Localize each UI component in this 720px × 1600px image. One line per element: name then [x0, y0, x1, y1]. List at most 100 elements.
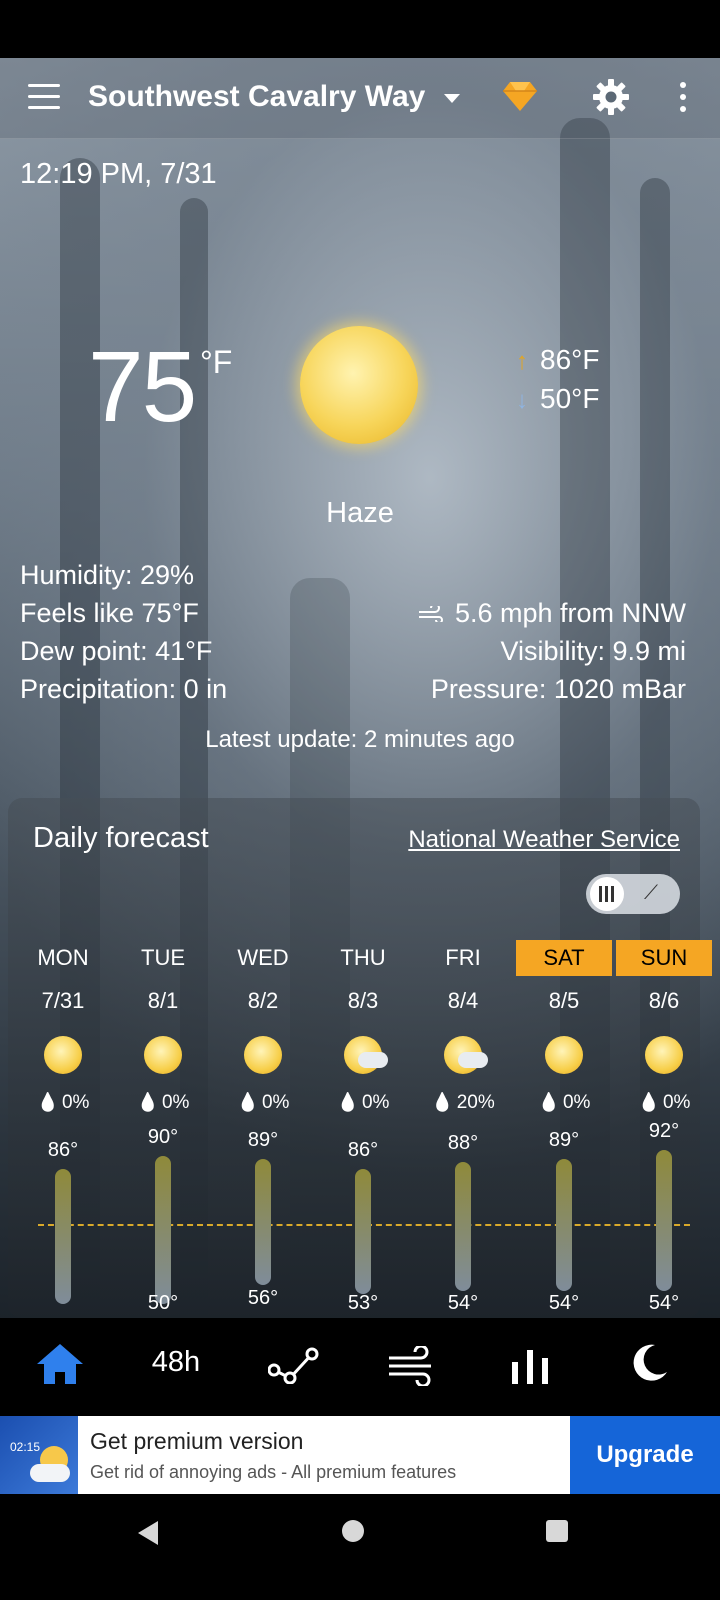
forecast-day-column[interactable]: MON 7/31 💧 0% [15, 940, 111, 1114]
sun-icon [44, 1036, 82, 1074]
app-bar: Southwest Cavalry Way [0, 58, 720, 139]
wind-tab-icon [389, 1344, 431, 1388]
upgrade-button[interactable]: Upgrade [570, 1416, 720, 1494]
ad-thumb-time: 02:15 [10, 1440, 41, 1454]
hazy-sun-icon [300, 326, 418, 444]
forecast-day-name: SUN [616, 940, 712, 976]
raindrop-icon: 💧 [236, 1092, 259, 1112]
raindrop-icon: 💧 [136, 1092, 159, 1112]
forecast-date: 8/1 [147, 988, 179, 1013]
bar-chart-icon [512, 1350, 548, 1384]
ad-title: Get premium version [90, 1428, 304, 1454]
sun-icon [645, 1036, 683, 1074]
temperature-unit: °F [200, 344, 233, 380]
forecast-day-column[interactable]: WED 8/2 💧 0% [215, 940, 311, 1114]
forecast-date: 8/6 [648, 988, 680, 1013]
tab-charts[interactable] [470, 1318, 590, 1416]
dew-point: Dew point: 41°F [20, 636, 213, 666]
location-dropdown-icon[interactable] [444, 94, 460, 103]
down-arrow-icon: ↓ [516, 387, 528, 414]
tab-wind[interactable] [352, 1318, 472, 1416]
menu-icon[interactable] [28, 84, 60, 110]
weather-condition: Haze [326, 497, 394, 529]
raindrop-icon: 💧 [637, 1092, 660, 1112]
temperature-range-bar [155, 1156, 171, 1304]
temperature-range-bar [656, 1149, 672, 1292]
ad-banner[interactable]: 02:15 Get premium version Get rid of ann… [0, 1416, 720, 1494]
forecast-day-name: FRI [445, 945, 481, 970]
forecast-date: 8/4 [447, 988, 479, 1013]
precip-chance: 💧 0% [36, 1092, 90, 1113]
location-title[interactable]: Southwest Cavalry Way [88, 80, 425, 114]
forecast-date: 7/31 [41, 988, 85, 1013]
forecast-date: 8/5 [548, 988, 580, 1013]
temperature-range-bar [355, 1168, 371, 1295]
high-temp-label: 89° [247, 1129, 279, 1152]
humidity: Humidity: 29% [20, 560, 195, 590]
forecast-day-name: SAT [516, 940, 612, 976]
forecast-day-name: TUE [141, 945, 185, 970]
tab-48h[interactable]: 48h [116, 1318, 236, 1416]
low-temp-label: 53° [347, 1292, 379, 1314]
sun-icon [244, 1036, 282, 1074]
bottom-tab-bar: 48h [0, 1318, 720, 1416]
moon-icon [633, 1344, 667, 1381]
forecast-day-name: WED [237, 945, 289, 970]
home-icon [37, 1344, 83, 1384]
partly-cloudy-icon [344, 1036, 388, 1074]
forecast-day-column[interactable]: TUE 8/1 💧 0% [115, 940, 211, 1114]
low-temp-label: 54° [648, 1292, 680, 1314]
forecast-day-column[interactable]: SAT 8/5 💧 0% [516, 940, 612, 1114]
low-temp-label: 54° [447, 1292, 479, 1314]
status-bar [0, 0, 720, 58]
raindrop-icon: 💧 [36, 1092, 59, 1112]
raindrop-icon: 💧 [336, 1092, 359, 1112]
bars-view-icon [599, 886, 617, 907]
raindrop-icon: 💧 [431, 1092, 454, 1112]
high-temp-label: 92° [648, 1119, 680, 1142]
forecast-date: 8/2 [247, 988, 279, 1013]
forecast-day-name: THU [340, 945, 386, 970]
low-temperature: ↓ 50°F [516, 383, 600, 414]
tab-home[interactable] [0, 1318, 120, 1416]
trend-view-icon[interactable]: ⟋ [644, 882, 658, 905]
sun-icon [144, 1036, 182, 1074]
high-temp-label: 90° [147, 1126, 179, 1148]
precip-chance: 💧 0% [136, 1092, 190, 1113]
current-temperature: 75 [88, 331, 197, 443]
low-temp-label: 56° [247, 1286, 279, 1309]
ad-subtitle: Get rid of annoying ads - All premium fe… [90, 1462, 457, 1482]
more-options-icon[interactable] [680, 82, 688, 118]
low-temp-label: 50° [147, 1292, 179, 1314]
tab-moon[interactable] [588, 1318, 708, 1416]
wind: 5.6 mph from NNW [417, 598, 686, 629]
raindrop-icon: 💧 [537, 1092, 560, 1112]
forecast-day-column[interactable]: FRI 8/4 💧 20% [415, 940, 511, 1114]
temperature-range-bar [455, 1162, 471, 1292]
settings-gear-icon[interactable] [592, 78, 630, 121]
forecast-day-column[interactable]: THU 8/3 💧 0% [315, 940, 411, 1114]
recents-icon[interactable] [546, 1520, 568, 1542]
precip-chance: 💧 0% [637, 1092, 691, 1113]
high-temp-label: 88° [447, 1132, 479, 1155]
back-icon[interactable] [136, 1520, 160, 1551]
home-nav-icon[interactable] [342, 1520, 364, 1542]
ad-thumbnail: 02:15 [0, 1416, 78, 1494]
premium-gem-icon[interactable] [502, 80, 538, 117]
thunderstorm-icon [444, 1036, 488, 1074]
high-temp-label: 89° [548, 1129, 580, 1152]
visibility: Visibility: 9.9 mi [500, 636, 686, 666]
system-nav-bar [0, 1496, 720, 1600]
forecast-day-column[interactable]: SUN 8/6 💧 0% [616, 940, 712, 1114]
up-arrow-icon: ↑ [516, 348, 528, 375]
tab-graph[interactable] [234, 1318, 354, 1416]
high-temp-label: 86° [347, 1138, 379, 1161]
low-temp-label: 54° [548, 1292, 580, 1314]
graph-icon [267, 1347, 319, 1385]
chart-style-toggle[interactable]: ⟋ [586, 874, 680, 914]
temperature-range-bar [255, 1159, 271, 1285]
latest-update: Latest update: 2 minutes ago [205, 726, 515, 753]
provider-link[interactable]: National Weather Service [408, 826, 680, 854]
high-temp-label: 86° [47, 1138, 79, 1161]
pressure: Pressure: 1020 mBar [430, 674, 686, 704]
